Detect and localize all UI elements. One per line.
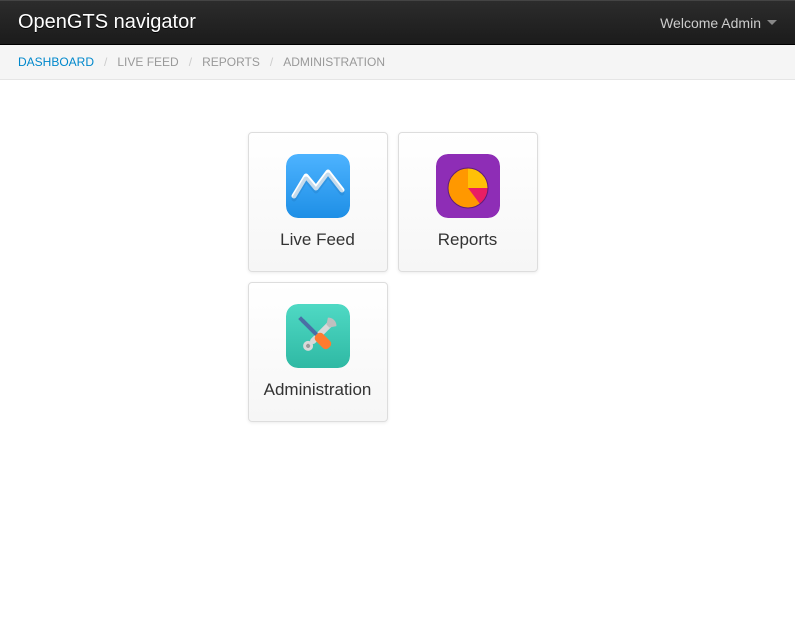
- tile-livefeed[interactable]: Live Feed: [248, 132, 388, 272]
- tile-label-livefeed: Live Feed: [280, 230, 355, 250]
- breadcrumb-reports[interactable]: REPORTS: [202, 55, 260, 69]
- user-menu[interactable]: Welcome Admin: [660, 15, 777, 31]
- breadcrumb-separator: /: [189, 55, 192, 69]
- navbar: OpenGTS navigator Welcome Admin: [0, 0, 795, 45]
- tools-icon: [286, 304, 350, 368]
- pie-chart-icon: [436, 154, 500, 218]
- breadcrumb-separator: /: [104, 55, 107, 69]
- tile-grid: Live Feed Reports: [248, 132, 548, 422]
- brand[interactable]: OpenGTS navigator: [18, 11, 196, 34]
- breadcrumb: DASHBOARD / LIVE FEED / REPORTS / ADMINI…: [0, 45, 795, 80]
- breadcrumb-separator: /: [270, 55, 273, 69]
- tile-label-administration: Administration: [264, 380, 372, 400]
- breadcrumb-administration[interactable]: ADMINISTRATION: [283, 55, 385, 69]
- tile-label-reports: Reports: [438, 230, 498, 250]
- breadcrumb-dashboard[interactable]: DASHBOARD: [18, 55, 94, 69]
- welcome-text: Welcome Admin: [660, 15, 761, 31]
- tile-administration[interactable]: Administration: [248, 282, 388, 422]
- breadcrumb-livefeed[interactable]: LIVE FEED: [117, 55, 178, 69]
- tile-reports[interactable]: Reports: [398, 132, 538, 272]
- content-area: Live Feed Reports: [0, 80, 795, 422]
- chevron-down-icon: [767, 20, 777, 25]
- chart-line-icon: [286, 154, 350, 218]
